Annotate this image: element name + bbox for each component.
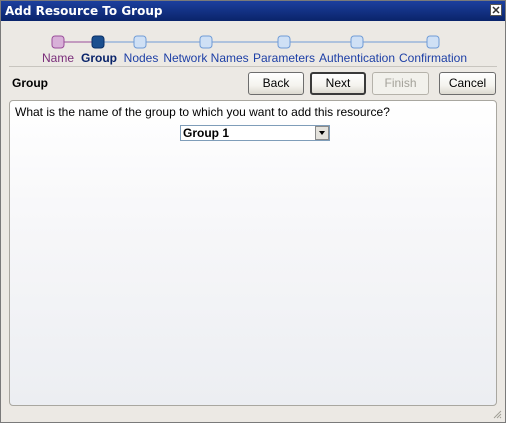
close-button[interactable] (490, 4, 502, 16)
step-label-network-names: Network Names (163, 51, 249, 65)
back-button[interactable]: Back (248, 72, 304, 95)
step-label-authentication: Authentication (318, 51, 396, 65)
step-label-name: Name (41, 51, 75, 65)
step-marker-network-names (199, 35, 213, 49)
step-marker-group (91, 35, 105, 49)
cancel-button[interactable]: Cancel (439, 72, 496, 95)
step-label-parameters: Parameters (252, 51, 316, 65)
add-resource-dialog: Add Resource To Group Name Group Nodes N… (0, 0, 506, 423)
step-marker-parameters (277, 35, 291, 49)
step-marker-authentication (350, 35, 364, 49)
window-title: Add Resource To Group (5, 4, 163, 18)
dropdown-button[interactable] (315, 126, 329, 140)
group-select-value: Group 1 (183, 126, 230, 140)
step-marker-name (51, 35, 65, 49)
content-panel: What is the name of the group to which y… (9, 100, 497, 406)
close-icon (492, 6, 500, 14)
title-bar[interactable]: Add Resource To Group (1, 1, 505, 21)
group-question: What is the name of the group to which y… (15, 105, 390, 119)
group-select[interactable]: Group 1 (180, 125, 330, 141)
step-marker-confirmation (426, 35, 440, 49)
finish-button: Finish (372, 72, 429, 95)
next-button[interactable]: Next (310, 72, 366, 95)
resize-grip-icon[interactable] (492, 409, 502, 419)
wizard-track (51, 35, 440, 49)
step-marker-nodes (133, 35, 147, 49)
header-divider (9, 66, 497, 67)
chevron-down-icon (319, 131, 325, 135)
wizard-progress: Name Group Nodes Network Names Parameter… (1, 21, 505, 65)
page-title: Group (12, 76, 48, 90)
step-label-group: Group (81, 51, 117, 65)
step-label-confirmation: Confirmation (398, 51, 468, 65)
step-label-nodes: Nodes (123, 51, 159, 65)
